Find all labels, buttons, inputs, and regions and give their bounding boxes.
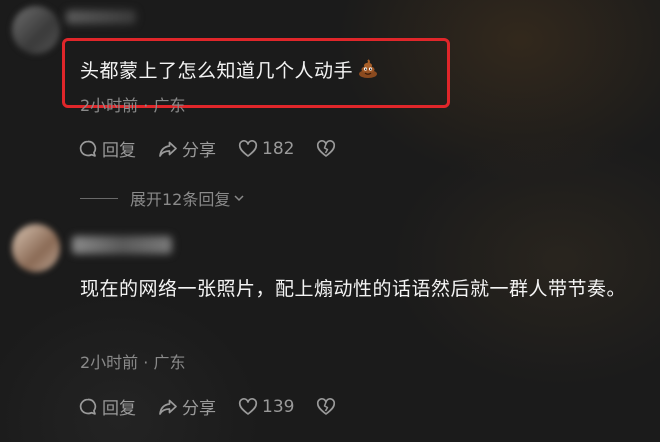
heart-icon: [238, 397, 258, 415]
chevron-down-icon: [234, 195, 244, 202]
username-blurred[interactable]: [72, 236, 172, 254]
comment-text-body: 头都蒙上了怎么知道几个人动手: [80, 60, 354, 82]
comment-actions: 回复 分享 139: [78, 394, 362, 419]
share-icon: [159, 399, 177, 415]
broken-heart-icon: [317, 139, 336, 157]
share-button[interactable]: 分享: [158, 394, 216, 419]
broken-heart-icon: [317, 397, 336, 415]
like-count: 182: [262, 138, 295, 159]
dislike-button[interactable]: [316, 139, 340, 159]
heart-icon: [238, 139, 258, 157]
expand-replies-label: 展开12条回复: [130, 190, 231, 209]
comment-text: 现在的网络一张照片，配上煽动性的话语然后就一群人带节奏。: [80, 278, 627, 300]
comment-actions: 回复 分享 182: [78, 136, 362, 161]
comment-meta: 2小时前 · 广东: [80, 96, 186, 115]
divider-line: [80, 197, 118, 199]
like-button[interactable]: 182: [238, 139, 294, 159]
reply-button[interactable]: 回复: [78, 136, 136, 161]
reply-icon: [79, 140, 97, 157]
dislike-button[interactable]: [316, 397, 340, 417]
comment-meta: 2小时前 · 广东: [80, 353, 186, 372]
reply-label: 回复: [102, 399, 136, 419]
like-count: 139: [262, 396, 295, 417]
reply-button[interactable]: 回复: [78, 394, 136, 419]
reply-icon: [79, 398, 97, 415]
like-button[interactable]: 139: [238, 397, 294, 417]
expand-replies-button[interactable]: 展开12条回复: [80, 186, 245, 210]
share-label: 分享: [182, 399, 216, 419]
share-label: 分享: [182, 141, 216, 161]
username-blurred[interactable]: [66, 10, 136, 24]
share-icon: [159, 141, 177, 157]
comment-text: 头都蒙上了怎么知道几个人动手: [80, 56, 379, 86]
share-button[interactable]: 分享: [158, 136, 216, 161]
poop-emoji-icon: [359, 59, 378, 78]
avatar[interactable]: [12, 224, 60, 272]
reply-label: 回复: [102, 141, 136, 161]
avatar[interactable]: [12, 6, 60, 54]
